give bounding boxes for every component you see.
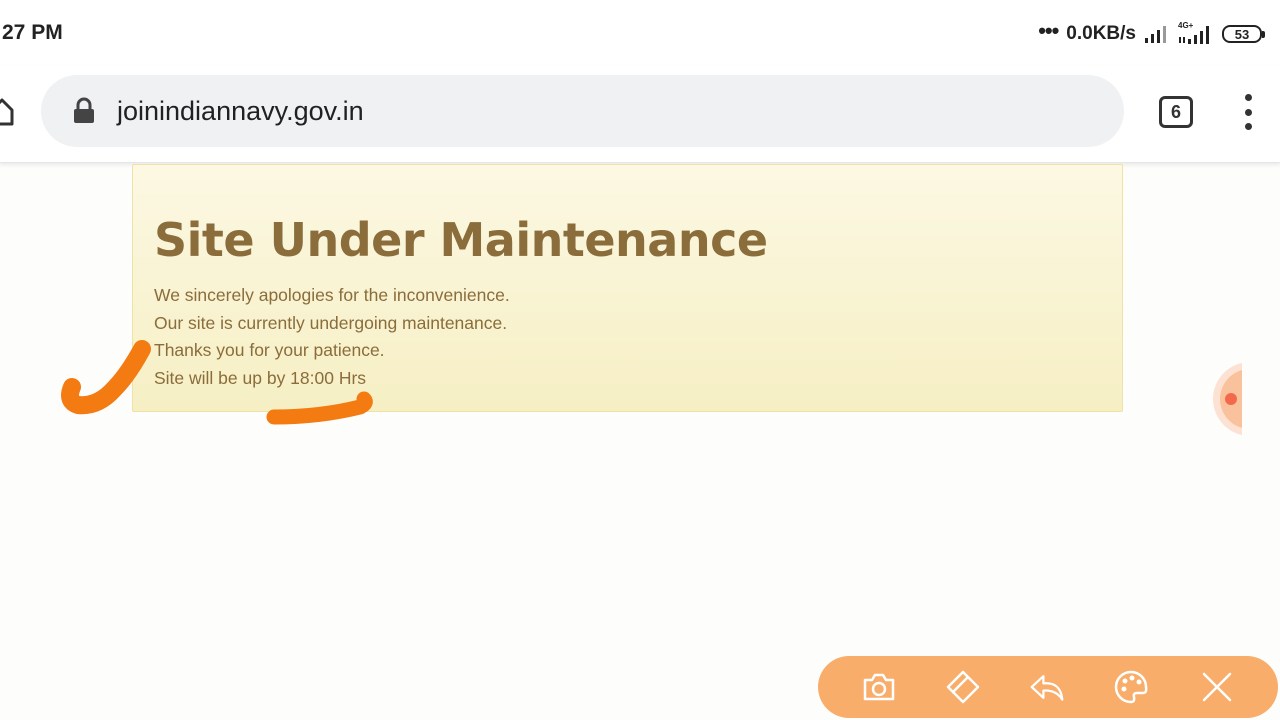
battery-icon: 53 bbox=[1222, 25, 1265, 43]
tab-switcher-button[interactable]: 6 bbox=[1159, 96, 1193, 128]
notification-dots: ••• bbox=[1038, 18, 1059, 43]
browser-toolbar: joinindiannavy.gov.in 6 bbox=[0, 66, 1280, 163]
web-content: Site Under Maintenance We sincerely apol… bbox=[0, 163, 1280, 720]
signal-4g-icon bbox=[1179, 26, 1209, 44]
palette-icon bbox=[1114, 670, 1148, 704]
eraser-icon bbox=[946, 670, 980, 704]
menu-dot bbox=[1244, 108, 1252, 116]
message-line: Our site is currently undergoing mainten… bbox=[154, 312, 508, 333]
close-icon bbox=[1202, 672, 1232, 702]
underline-annotation bbox=[266, 391, 373, 425]
status-indicators: ••• 0.0KB/s 4G+ 53 bbox=[1038, 18, 1265, 48]
menu-dot bbox=[1244, 94, 1252, 101]
checkmark-annotation bbox=[61, 340, 151, 415]
color-button[interactable] bbox=[1113, 669, 1149, 705]
message-line: Thanks you for your patience. bbox=[154, 340, 385, 360]
menu-dot bbox=[1244, 123, 1252, 130]
page-title: Site Under Maintenance bbox=[154, 213, 768, 267]
network-speed: 0.0KB/s bbox=[1066, 23, 1136, 44]
status-time: 27 PM bbox=[2, 21, 63, 44]
close-button[interactable] bbox=[1199, 669, 1235, 705]
screenshot-button[interactable] bbox=[861, 669, 897, 705]
drawing-toolbar bbox=[818, 656, 1278, 718]
home-icon[interactable] bbox=[0, 96, 14, 126]
signal-4g-group: 4G+ bbox=[1178, 21, 1214, 45]
undo-icon bbox=[1030, 675, 1064, 701]
floating-bubble-icon[interactable] bbox=[1212, 362, 1242, 436]
more-menu-button[interactable] bbox=[1236, 94, 1260, 130]
message-line: We sincerely apologies for the inconveni… bbox=[154, 285, 510, 305]
camera-icon bbox=[863, 673, 895, 701]
address-bar[interactable]: joinindiannavy.gov.in bbox=[41, 75, 1124, 147]
status-bar: 27 PM ••• 0.0KB/s 4G+ 53 bbox=[0, 0, 1280, 66]
url-text[interactable]: joinindiannavy.gov.in bbox=[117, 96, 364, 127]
maintenance-alert: Site Under Maintenance We sincerely apol… bbox=[132, 164, 1123, 412]
eraser-button[interactable] bbox=[945, 669, 981, 705]
signal-icon bbox=[1145, 26, 1166, 43]
maintenance-message: We sincerely apologies for the inconveni… bbox=[154, 282, 510, 392]
undo-button[interactable] bbox=[1029, 669, 1065, 705]
lock-icon bbox=[74, 97, 94, 123]
